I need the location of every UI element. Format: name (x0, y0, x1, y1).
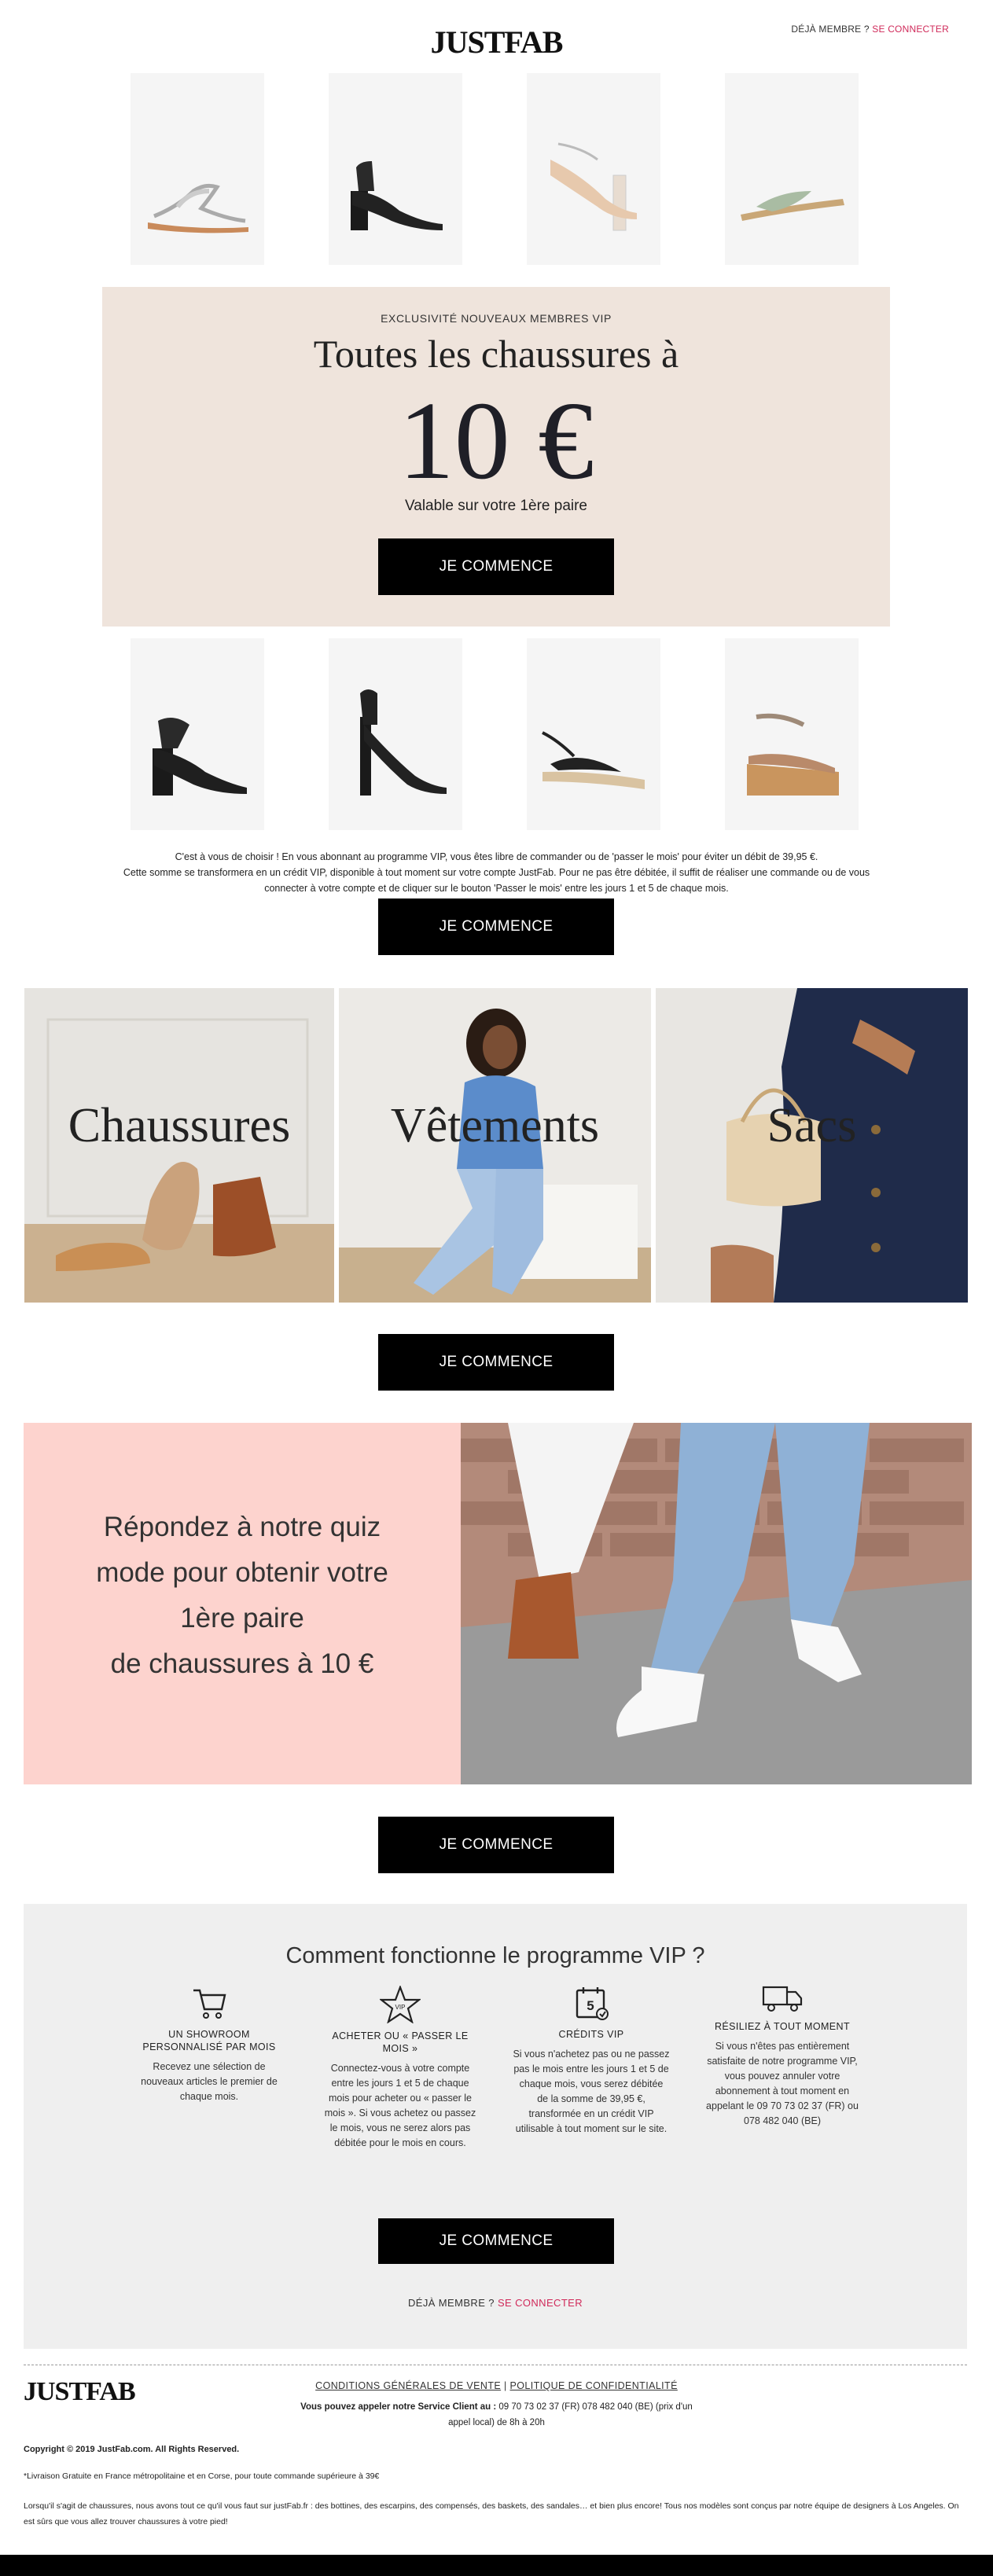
vip-member-text: DÉJÀ MEMBRE ? (407, 2297, 495, 2309)
quiz-cta-button[interactable]: JE COMMENCE (378, 1817, 614, 1873)
promo-headline: Toutes les chaussures à (313, 332, 679, 376)
vip-step-buy-or-skip: VIP ACHETER OU « PASSER LE MOIS » Connec… (322, 1986, 479, 2151)
footer-copyright: Copyright © 2019 JustFab.com. All Rights… (24, 2445, 240, 2454)
ankle-strap-image (360, 689, 447, 796)
footer-links: CONDITIONS GÉNÉRALES DE VENTE | POLITIQU… (0, 2380, 993, 2391)
disclaimer-line-2: Cette somme se transformera en un crédit… (123, 867, 870, 878)
quiz-line-2: mode pour obtenir votre (96, 1557, 388, 1588)
quiz-line-4: de chaussures à 10 € (110, 1648, 374, 1679)
categories-cta-button[interactable]: JE COMMENCE (378, 1334, 614, 1391)
vip-step-heading: CRÉDITS VIP (558, 2029, 624, 2040)
vip-program-section: Comment fonctionne le programme VIP ? UN… (24, 1904, 967, 2349)
promo-cta-button[interactable]: JE COMMENCE (378, 538, 614, 595)
vip-step-desc: Si vous n'achetez pas ou ne passez pas l… (513, 2049, 670, 2134)
vip-step-heading: ACHETER OU « PASSER LE MOIS » (332, 2030, 469, 2054)
quiz-line-3: 1ère paire (180, 1603, 304, 1633)
header-login: DÉJÀ MEMBRE ? SE CONNECTER (791, 24, 949, 35)
vip-star-icon: VIP (380, 1986, 421, 2023)
category-clothing[interactable]: Vêtements (339, 988, 651, 1303)
category-shoes[interactable]: Chaussures (24, 988, 334, 1303)
login-link[interactable]: SE CONNECTER (872, 24, 949, 35)
quiz-line-1: Répondez à notre quiz (103, 1512, 381, 1542)
silver-sandal-image (148, 183, 248, 233)
footer-shipping-note: *Livraison Gratuite en France métropolit… (24, 2471, 380, 2481)
category-label-clothing: Vêtements (390, 1099, 600, 1152)
category-bags[interactable]: Sacs (656, 988, 968, 1303)
footer-service: Vous pouvez appeler notre Service Client… (299, 2399, 694, 2431)
category-label-shoes: Chaussures (68, 1099, 291, 1152)
footer-separator: | (503, 2380, 507, 2391)
vip-step-desc: Recevez une sélection de nouveaux articl… (141, 2061, 278, 2102)
quiz-panel: Répondez à notre quiz mode pour obtenir … (24, 1423, 461, 1784)
disclaimer-line-3: connecter à votre compte et de cliquer s… (264, 883, 729, 894)
promo-subline: Valable sur votre 1ère paire (405, 498, 587, 514)
vip-step-desc: Si vous n'êtes pas entièrement satisfait… (706, 2041, 859, 2126)
quiz-photo (461, 1423, 972, 1784)
vip-login-link[interactable]: SE CONNECTER (498, 2297, 583, 2309)
clear-heel-image (550, 142, 637, 231)
vip-star-label: VIP (395, 2004, 406, 2011)
promo-banner: EXCLUSIVITÉ NOUVEAUX MEMBRES VIP Toutes … (102, 287, 890, 627)
service-label: Vous pouvez appeler notre Service Client… (300, 2402, 497, 2412)
vip-login-prompt: DÉJÀ MEMBRE ? SE CONNECTER (24, 2297, 967, 2309)
footer-bottom-bar (0, 2555, 993, 2576)
footer-description: Lorsqu'il s'agit de chaussures, nous avo… (24, 2501, 959, 2526)
vip-step-heading: UN SHOWROOM PERSONNALISÉ PAR MOIS (142, 2029, 276, 2052)
member-text: DÉJÀ MEMBRE ? (791, 24, 870, 35)
product-tile-ankle-strap-black[interactable] (329, 638, 462, 830)
vip-step-heading: RÉSILIEZ À TOUT MOMENT (714, 2021, 851, 2032)
product-tile-sandal-silver[interactable] (131, 73, 264, 265)
disclaimer-cta-button[interactable]: JE COMMENCE (378, 898, 614, 955)
vip-step-cancel: RÉSILIEZ À TOUT MOMENT Si vous n'êtes pa… (704, 1983, 861, 2129)
espadrille-image (542, 731, 645, 789)
category-label-bags: Sacs (767, 1099, 857, 1152)
quiz-image (461, 1423, 972, 1784)
delivery-truck-icon (762, 1986, 803, 2012)
product-tile-wedge-snake[interactable] (725, 638, 859, 830)
product-tile-clear-heel[interactable] (527, 73, 660, 265)
disclaimer-line-1: C'est à vous de choisir ! En vous abonna… (175, 851, 818, 862)
calendar-icon: 5 (576, 1987, 609, 2020)
terms-link[interactable]: CONDITIONS GÉNÉRALES DE VENTE (315, 2380, 501, 2391)
product-tile-espadrille-black[interactable] (527, 638, 660, 830)
vip-disclaimer: C'est à vous de choisir ! En vous abonna… (63, 849, 930, 896)
vip-step-showroom: UN SHOWROOM PERSONNALISÉ PAR MOIS Receve… (131, 1986, 288, 2104)
green-flipflop-image (741, 191, 844, 221)
product-tile-block-sandal-black[interactable] (131, 638, 264, 830)
quiz-text: Répondez à notre quiz mode pour obtenir … (39, 1505, 445, 1687)
black-block-sandal-image (153, 718, 247, 796)
product-tile-block-heel-black[interactable] (329, 73, 462, 265)
privacy-link[interactable]: POLITIQUE DE CONFIDENTIALITÉ (510, 2380, 678, 2391)
promo-kicker: EXCLUSIVITÉ NOUVEAUX MEMBRES VIP (381, 312, 612, 325)
wedge-sandal-image (747, 713, 839, 796)
promo-price: 10 € (398, 378, 594, 502)
shopping-cart-icon (193, 1989, 226, 2019)
product-tile-flip-flop-green[interactable] (725, 73, 859, 265)
vip-title: Comment fonctionne le programme VIP ? (285, 1943, 705, 1968)
black-heel-image (351, 161, 443, 230)
calendar-day: 5 (587, 1998, 594, 2013)
vip-cta-button[interactable]: JE COMMENCE (378, 2218, 614, 2264)
vip-step-credits: 5 CRÉDITS VIP Si vous n'achetez pas ou n… (513, 1986, 670, 2137)
vip-step-desc: Connectez-vous à votre compte entre les … (324, 2063, 476, 2148)
